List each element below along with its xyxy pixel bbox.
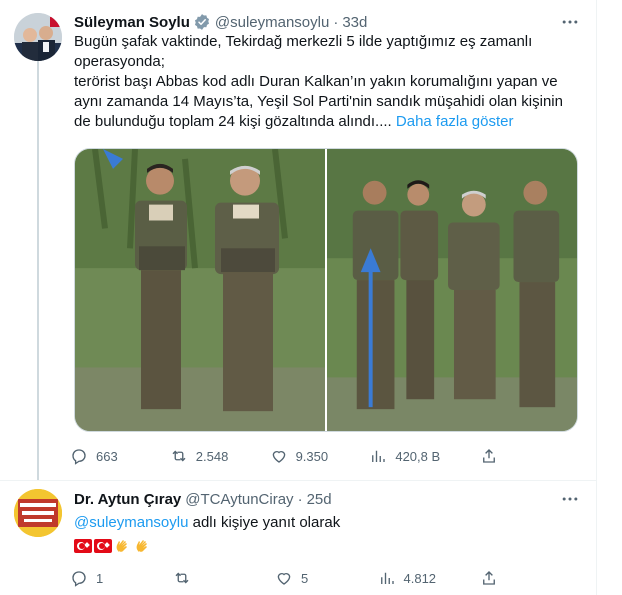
views-chart-icon: [380, 572, 394, 584]
clapping-hands-icon: [134, 537, 152, 555]
retweet-icon: [175, 572, 188, 584]
turkey-flag-icon: [94, 539, 112, 553]
reply-mention-link[interactable]: @suleymansoylu: [74, 514, 188, 531]
reply-header: Dr. Aytun Çıray @TCAytunCiray · 25d: [74, 489, 332, 509]
tweet-action-bar: 663 2.548 9.350 420,8 B: [70, 445, 500, 467]
reply-timestamp[interactable]: 25d: [307, 491, 332, 508]
more-options-icon[interactable]: [558, 489, 582, 509]
retweet-icon: [172, 450, 186, 462]
reply-count: 1: [96, 570, 104, 586]
timeline-border: [596, 0, 597, 595]
reply-author-handle[interactable]: @TCAytunCiray: [185, 491, 293, 508]
retweet-button[interactable]: 2.548: [170, 447, 230, 465]
reply-author-avatar[interactable]: [14, 489, 62, 537]
reply-button[interactable]: 663: [70, 447, 130, 465]
reply-tweet[interactable]: Dr. Aytun Çıray @TCAytunCiray · 25d @sul…: [0, 480, 596, 595]
views-button[interactable]: 420,8 B: [369, 447, 440, 465]
tweet-text-line: aynı zamanda 14 Mayıs’ta, Yeşil Sol Part…: [74, 93, 563, 110]
like-count: 9.350: [295, 448, 329, 464]
reply-context-text: adlı kişiye yanıt olarak: [192, 514, 341, 531]
group-photo-two-men: [75, 149, 325, 431]
reply-context: @suleymansoylu adlı kişiye yanıt olarak: [74, 513, 340, 533]
share-icon: [483, 449, 495, 463]
tweet-text: Bugün şafak vaktinde, Tekirdağ merkezli …: [74, 32, 574, 132]
like-button[interactable]: 5: [275, 569, 335, 587]
reply-action-bar: 1 5 4.812: [70, 567, 500, 589]
tweet-timestamp[interactable]: 33d: [342, 14, 367, 31]
tweet-text-line: Bugün şafak vaktinde, Tekirdağ merkezli …: [74, 33, 533, 50]
tweet-text-line: terörist başı Abbas kod adlı Duran Kalka…: [74, 73, 558, 90]
views-chart-icon: [372, 450, 386, 462]
reply-icon: [72, 571, 86, 587]
group-photo-four-men-with-arrow: [327, 149, 577, 431]
separator-dot: ·: [297, 490, 303, 508]
tweet-text-line: de bulunduğu toplam 24 kişi gözaltında a…: [74, 112, 574, 132]
share-icon: [483, 571, 495, 585]
views-count: 4.812: [403, 570, 437, 586]
retweet-count: 2.548: [195, 448, 229, 464]
views-count: 420,8 B: [395, 448, 441, 464]
heart-icon: [277, 573, 291, 585]
reply-count: 663: [96, 448, 118, 464]
show-more-link[interactable]: Daha fazla göster: [396, 113, 514, 130]
media-photo-1[interactable]: [75, 149, 325, 431]
share-button[interactable]: [480, 447, 500, 465]
author-name[interactable]: Süleyman Soylu: [74, 14, 190, 31]
clapping-hands-icon: [114, 537, 132, 555]
tweet-header: Süleyman Soylu @suleymansoylu · 33d: [74, 12, 367, 32]
reply-author-name[interactable]: Dr. Aytun Çıray: [74, 491, 181, 508]
tweet-text-tail: de bulunduğu toplam 24 kişi gözaltında a…: [74, 113, 392, 130]
more-options-icon[interactable]: [558, 12, 582, 32]
separator-dot: ·: [333, 13, 339, 31]
turkey-flag-icon: [74, 539, 92, 553]
share-button[interactable]: [480, 569, 500, 587]
heart-icon: [272, 451, 285, 463]
reply-emoji-line: [74, 537, 152, 555]
tweet[interactable]: Süleyman Soylu @suleymansoylu · 33d Bugü…: [0, 0, 596, 480]
media-grid: [74, 148, 578, 432]
reply-button[interactable]: 1: [70, 569, 130, 587]
tweet-text-line: operasyonda;: [74, 53, 165, 70]
media-photo-2[interactable]: [327, 149, 577, 431]
author-avatar[interactable]: [14, 13, 62, 61]
author-handle[interactable]: @suleymansoylu: [215, 14, 329, 31]
views-button[interactable]: 4.812: [378, 569, 438, 587]
reply-icon: [72, 449, 86, 465]
like-button[interactable]: 9.350: [270, 447, 330, 465]
retweet-button[interactable]: [173, 569, 233, 587]
like-count: 5: [301, 570, 309, 586]
verified-badge-icon: [193, 13, 211, 31]
